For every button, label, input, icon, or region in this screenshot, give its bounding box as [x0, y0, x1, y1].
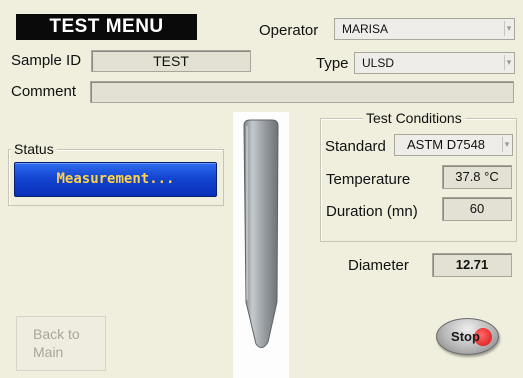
standard-select[interactable]: ASTM D7548 ▾: [394, 134, 513, 156]
chevron-down-icon[interactable]: ▾: [502, 137, 511, 152]
back-button-label-line2: Main: [33, 344, 64, 360]
type-value: ULSD: [362, 56, 395, 70]
menu-title: TEST MENU: [16, 14, 197, 40]
chevron-down-icon[interactable]: ▾: [504, 55, 513, 70]
back-button-label-line1: Back to: [33, 326, 80, 342]
standard-label: Standard: [325, 138, 386, 155]
standard-value: ASTM D7548: [407, 137, 486, 152]
stop-button[interactable]: Stop: [436, 318, 499, 355]
operator-value: MARISA: [342, 22, 389, 36]
back-to-main-button[interactable]: Back to Main: [16, 316, 106, 371]
sample-id-field[interactable]: TEST: [91, 50, 251, 72]
sample-tube-image: [233, 112, 289, 378]
type-label: Type: [316, 55, 349, 72]
test-conditions-title: Test Conditions: [363, 110, 465, 126]
status-bar: Measurement...: [14, 162, 217, 197]
diameter-value: 12.71: [432, 253, 512, 277]
comment-label: Comment: [11, 83, 77, 100]
duration-value: 60: [442, 197, 512, 221]
sample-id-label: Sample ID: [11, 52, 82, 69]
duration-label: Duration (mn): [326, 203, 418, 220]
status-label: Status: [11, 141, 57, 157]
diameter-label: Diameter: [348, 257, 409, 274]
temperature-label: Temperature: [326, 171, 411, 188]
comment-field[interactable]: [90, 81, 514, 103]
operator-label: Operator: [259, 22, 319, 39]
chevron-down-icon[interactable]: ▾: [504, 21, 513, 36]
temperature-value: 37.8 °C: [442, 165, 512, 189]
type-select[interactable]: ULSD ▾: [354, 52, 515, 74]
stop-button-label: Stop: [451, 329, 480, 344]
operator-select[interactable]: MARISA ▾: [334, 18, 515, 40]
